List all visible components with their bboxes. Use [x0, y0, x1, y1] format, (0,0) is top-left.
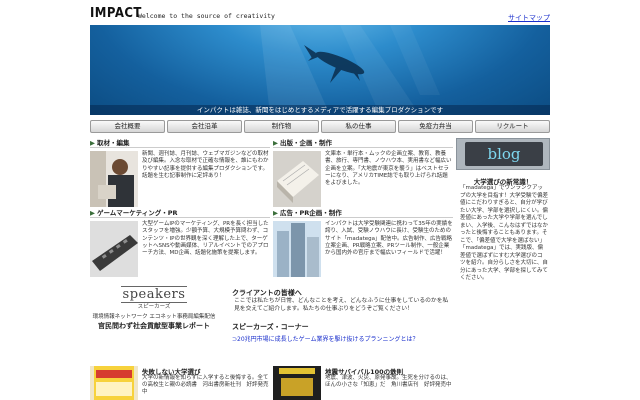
panel-publishing-header[interactable]: ▶ 出版・企画・制作 [273, 139, 453, 148]
book-text-university: 大学の新情報を知らずに入学すると後悔する。全ての高校生と親の必読書 河出書房新社… [142, 375, 269, 395]
book-promo-earthquake[interactable]: 地震サバイバル100の鉄則 地震、津波、火災、原発事故。生死を分けるのは、ほんの… [273, 366, 453, 400]
sidebar: blog 大学選びの新常識！ 「madatega」でワンランクアップの大学を目指… [456, 138, 550, 400]
hero-banner: インパクトは雑誌、新聞をはじめとするメディアで活躍する編集プロダクションです [90, 25, 550, 115]
panel-editing-header[interactable]: ▶ 取材・編集 [90, 139, 270, 148]
arrow-right-icon: ▶ [273, 209, 278, 217]
speakers-network: 環境情報ネットワーク エコネット事務局編集配信 [92, 314, 216, 320]
book-promo-university[interactable]: 失敗しない大学選び 大学の新情報を知らずに入学すると後悔する。全ての高校生と親の… [90, 366, 270, 400]
panel-editing-text: 新聞、週刊誌、月刊誌、ウェブマガジンなどの取材及び編集。入念な取材で正確な情報を… [142, 151, 269, 179]
nav-my-work[interactable]: 私の仕事 [321, 120, 396, 133]
panel-ad-header[interactable]: ▶ 広告・PR企画・制作 [273, 209, 453, 218]
panel-game-marketing: ▶ ゲームマーケティング・PR 大型ゲームIPのマーケティング、PRを長く担当した… [90, 209, 270, 277]
main-nav: 会社概要 会社沿革 制作物 私の仕事 免疫力弁当 リクルート [90, 120, 550, 133]
panel-advertising: ▶ 広告・PR企画・制作 インパクトは大学受験関連に携わって35年の実績を誇り、入… [273, 209, 453, 277]
hero-caption: インパクトは雑誌、新聞をはじめとするメディアで活躍する編集プロダクションです [196, 106, 444, 114]
site-header: IMPACT Welcome to the source of creativi… [90, 6, 550, 24]
panel-game-header[interactable]: ▶ ゲームマーケティング・PR [90, 209, 270, 218]
speakers-logo: speakers [120, 286, 188, 303]
speakers-corner-link[interactable]: ⊃20兆円市場に成長したゲーム業界を駆け抜けるプランニングとは？ [232, 334, 419, 343]
hero-caption-bar: インパクトは雑誌、新聞をはじめとするメディアで活躍する編集プロダクションです [90, 105, 550, 115]
book-text-earthquake: 地震、津波、火災、原発事故。生死を分けるのは、ほんの小さな「知恵」だ 角川書店刊… [325, 375, 452, 388]
underwater-hero-image [260, 25, 440, 115]
blog-label: blog [487, 145, 521, 163]
panel-editing-title: 取材・編集 [97, 139, 130, 147]
arrow-right-icon: ▶ [90, 139, 95, 147]
blog-button[interactable]: blog [456, 138, 550, 170]
sitemap-link[interactable]: サイトマップ [508, 13, 550, 23]
journalist-photo [90, 151, 138, 207]
nav-immunity-bento[interactable]: 免疫力弁当 [398, 120, 473, 133]
speakers-title: 官民問わず社会貢献型事業レポート [98, 322, 210, 330]
nav-recruit[interactable]: リクルート [475, 120, 550, 133]
panel-game-text: 大型ゲームIPのマーケティング、PRを長く担当したスタッフを増強。少額予算、大規… [142, 221, 269, 257]
book-cover-earthquake [273, 366, 321, 400]
sidebar-text: 「madatega」でワンランクアップの大学を目指す！大学受験で偏差値にこだわり… [460, 185, 549, 281]
speakers-corner-heading: スピーカーズ・コーナー [232, 323, 309, 331]
panel-game-title: ゲームマーケティング・PR [97, 209, 178, 217]
panel-publishing-title: 出版・企画・制作 [280, 139, 332, 147]
impact-logo[interactable]: IMPACT [90, 6, 142, 21]
client-message-text: ここでは私たちが日常、どんなことを考え、どんなふうに仕事をしているのかを私見を交… [234, 298, 449, 312]
keyboard-photo [90, 221, 138, 277]
panel-ad-title: 広告・PR企画・制作 [280, 209, 342, 217]
nav-company-profile[interactable]: 会社概要 [90, 120, 165, 133]
nav-company-history[interactable]: 会社沿革 [167, 120, 242, 133]
nav-works[interactable]: 制作物 [244, 120, 319, 133]
speakers-kana: スピーカーズ [137, 304, 171, 310]
buildings-photo [273, 221, 321, 277]
site-tagline: Welcome to the source of creativity [138, 12, 275, 20]
client-message: ここでは私たちが日常、どんなことを考え、どんなふうに仕事をしているのかを私見を交… [228, 297, 452, 313]
panel-publishing-text: 文庫本・単行本・ムックの企画立案、教育、教養書、旅行、専門書、ノウハウ本、実用書… [325, 151, 452, 187]
book-cover-university [90, 366, 138, 400]
blog-button-face: blog [465, 142, 543, 166]
speakers-banner[interactable]: speakers スピーカーズ 環境情報ネットワーク エコネット事務局編集配信 … [90, 286, 218, 334]
panel-publishing: ▶ 出版・企画・制作 文庫本・単行本・ムックの企画立案、教育、教養書、旅行、専門書… [273, 139, 453, 207]
panel-ad-text: インパクトは大学受験関連に携わって35年の実績を誇り、入試、受験ノウハウに長け、… [325, 221, 453, 257]
arrow-right-icon: ▶ [90, 209, 95, 217]
books-photo [273, 151, 321, 207]
panel-editing: ▶ 取材・編集 新聞、週刊誌、月刊誌、ウェブマガジンなどの取材及び編集。入念な取材… [90, 139, 270, 207]
arrow-right-icon: ▶ [273, 139, 278, 147]
